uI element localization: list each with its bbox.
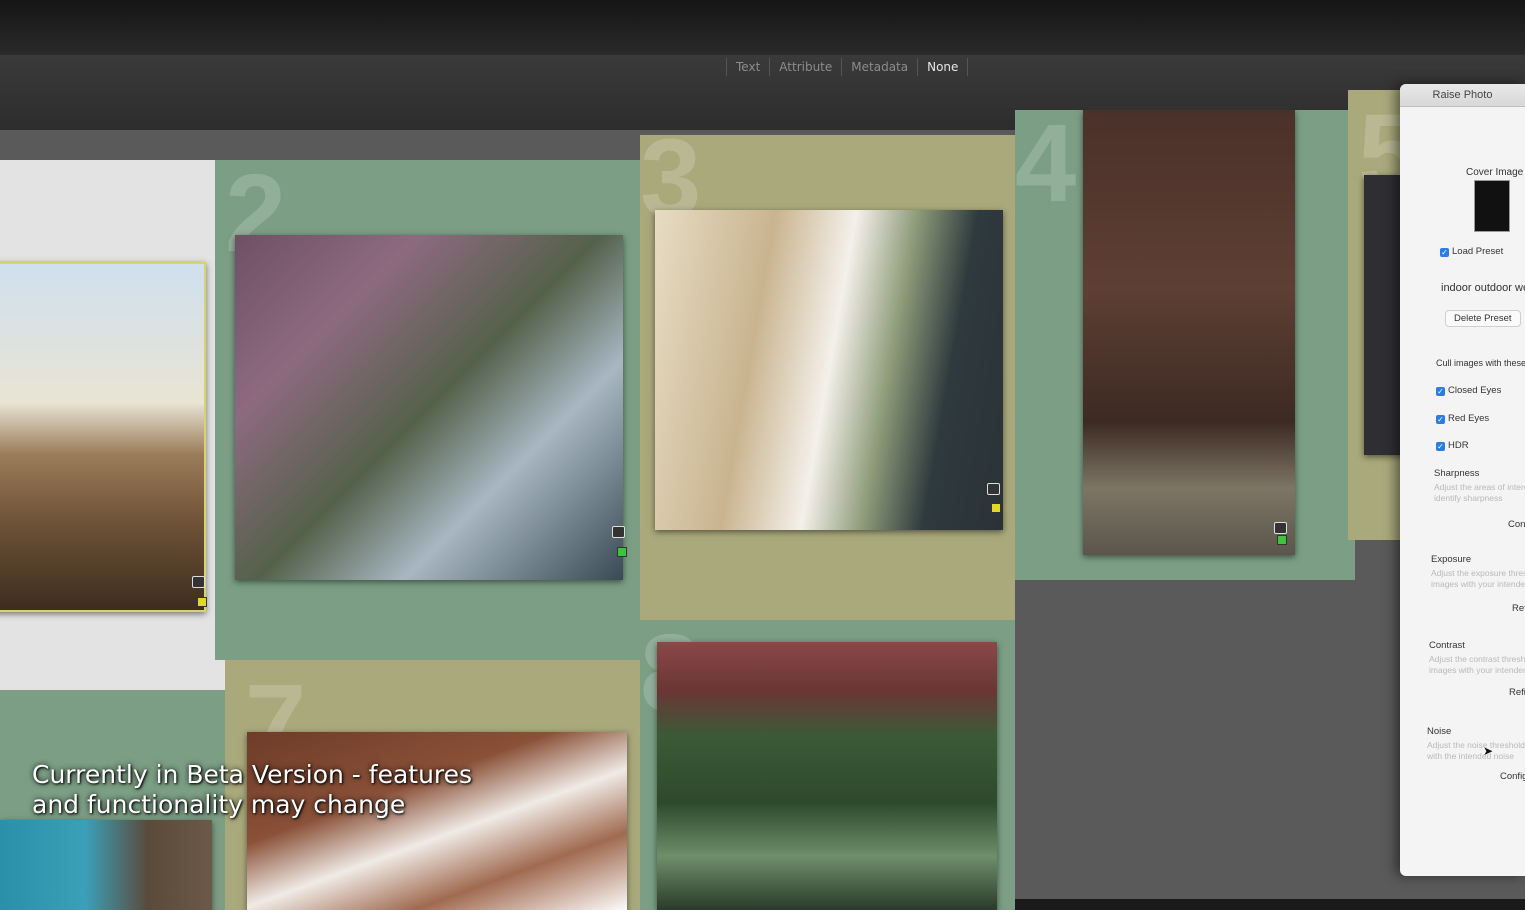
contrast-refine-button[interactable]: Refi (1509, 687, 1525, 698)
photo-thumbnail[interactable] (657, 642, 997, 910)
cover-image-thumbnail[interactable] (1474, 180, 1510, 232)
photo-thumbnail[interactable] (235, 235, 623, 580)
hdr-checkbox[interactable]: ✓ (1436, 442, 1445, 451)
photo-thumbnail[interactable] (1083, 110, 1295, 555)
filter-text[interactable]: Text (726, 58, 769, 76)
photo-stack-badge-icon (987, 483, 1000, 495)
contrast-hint: Adjust the contrast thresho images with … (1429, 654, 1525, 675)
caption-line-2: and functionality may change (32, 790, 406, 819)
grid-cell-1[interactable] (0, 160, 225, 720)
photo-stack-badge-icon (612, 526, 625, 538)
noise-title: Noise (1427, 726, 1452, 737)
yellow-flag-icon (197, 597, 207, 607)
delete-preset-button[interactable]: Delete Preset (1445, 310, 1521, 327)
panel-title: Raise Photo (1400, 84, 1525, 107)
cell-number: 4 (1015, 110, 1077, 225)
sharpness-title: Sharpness (1434, 468, 1480, 479)
sharpness-hint: Adjust the areas of intere identify shar… (1434, 482, 1525, 503)
photo-stack-badge-icon (1274, 522, 1287, 534)
grid-cell-5[interactable]: 5 (1348, 90, 1408, 540)
green-flag-icon (617, 547, 627, 557)
photo-thumbnail[interactable] (655, 210, 1003, 530)
red-eyes-checkbox[interactable]: ✓ (1436, 415, 1445, 424)
raise-photo-panel: Raise Photo Cover Image ✓ Load Preset in… (1400, 84, 1525, 876)
caption-line-1: Currently in Beta Version - features (32, 760, 473, 789)
exposure-refine-button[interactable]: Ref (1512, 603, 1525, 614)
hdr-label: HDR (1448, 440, 1469, 451)
exposure-title: Exposure (1431, 554, 1472, 565)
yellow-flag-icon (991, 503, 1001, 513)
filter-metadata[interactable]: Metadata (841, 58, 917, 76)
grid-cell-8[interactable]: 8 (640, 620, 1015, 910)
filter-attribute[interactable]: Attribute (769, 58, 841, 76)
top-bar (0, 0, 1525, 55)
cover-image-label: Cover Image (1466, 167, 1524, 178)
preset-select[interactable]: indoor outdoor wed (1441, 282, 1525, 294)
mouse-cursor-icon: ➤ (1483, 744, 1494, 758)
sharpness-configure-button[interactable]: Con (1508, 519, 1525, 530)
load-preset-checkbox[interactable]: ✓ (1440, 248, 1449, 257)
closed-eyes-checkbox[interactable]: ✓ (1436, 387, 1445, 396)
beta-caption: Currently in Beta Version - features and… (32, 760, 472, 820)
load-preset-label: Load Preset (1452, 246, 1504, 257)
grid-cell-2[interactable]: 2 (215, 160, 640, 660)
grid-cell-3[interactable]: 3 (640, 135, 1015, 635)
cull-label: Cull images with these (1436, 358, 1525, 368)
grid-cell-4[interactable]: 4 (1015, 110, 1355, 580)
photo-stack-badge-icon (192, 576, 205, 588)
noise-configure-button[interactable]: Config (1500, 771, 1525, 782)
contrast-title: Contrast (1429, 640, 1465, 651)
exposure-hint: Adjust the exposure thres images with yo… (1431, 568, 1525, 589)
noise-hint: Adjust the noise threshold with the inte… (1427, 740, 1525, 761)
photo-thumbnail[interactable] (0, 262, 206, 612)
green-flag-icon (1277, 535, 1287, 545)
photo-thumbnail[interactable] (0, 820, 212, 910)
red-eyes-label: Red Eyes (1448, 413, 1490, 424)
filter-none[interactable]: None (917, 58, 969, 76)
library-filter-bar: Text Attribute Metadata None (726, 58, 969, 76)
closed-eyes-label: Closed Eyes (1448, 385, 1502, 396)
photo-thumbnail[interactable] (247, 732, 627, 910)
